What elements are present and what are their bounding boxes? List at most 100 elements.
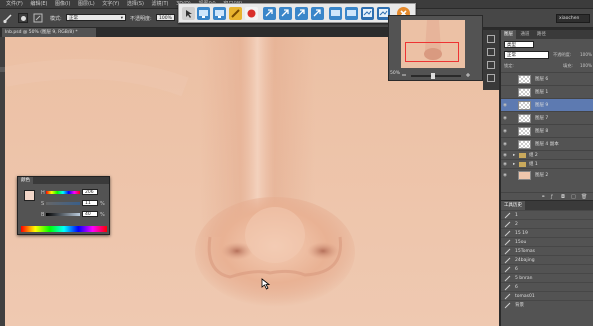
arrow-icon[interactable] [311,7,324,20]
opacity-field[interactable]: 100% [156,14,175,21]
history-item[interactable]: 6 [501,282,593,291]
history-item[interactable]: 15Tomas [501,246,593,255]
mask-icon[interactable]: ◘ [561,194,565,200]
navigator-preview[interactable] [401,20,465,68]
monitor-icon[interactable] [329,7,342,20]
zoom-out-icon[interactable] [401,72,407,78]
arrow-icon[interactable] [279,7,292,20]
color-panel: 颜色 H 206 S 11 % B 40 % [17,176,110,235]
monitor-icon[interactable] [345,7,358,20]
brightness-slider[interactable] [46,213,80,216]
menu-edit[interactable]: 编辑(E) [30,0,47,9]
layer-list: 图层 6 图层 1 ◉ 图层 9 ◉ 图层 7 ◉ 图层 8 ◉ 图层 4 副本 ◉ ▸ 组… [501,72,593,192]
layer-thumbnail [518,101,531,110]
history-item[interactable]: 5 bnran [501,273,593,282]
layers-panel-tabs: 图层 通道 路径 [501,30,593,39]
brush-tool-icon[interactable] [2,12,14,24]
screen-icon[interactable] [361,7,374,20]
tab-channels[interactable]: 通道 [517,32,532,37]
saturation-value: 11 [85,201,91,206]
brush-icon [504,221,511,228]
pencil-icon[interactable] [229,7,242,20]
link-icon[interactable]: ⚭ [541,194,545,200]
layer-row[interactable]: 图层 1 [501,85,593,98]
brightness-field[interactable]: 40 [82,211,98,217]
cursor-icon [261,278,273,290]
hue-field[interactable]: 206 [82,189,98,195]
properties-panel-icon[interactable] [487,61,495,69]
paragraph-panel-icon[interactable] [487,74,495,82]
layer-row[interactable]: ◉ 图层 8 [501,124,593,137]
menu-type[interactable]: 文字(Y) [102,0,119,9]
document-tab[interactable]: lnb.psd @ 50% (图层 9, RGB/8) * [2,28,96,37]
layer-thumbnail [518,75,531,84]
group-row[interactable]: ◉ ▸ 组 1 [501,159,593,168]
color-panel-title[interactable]: 颜色 [18,177,33,184]
select-icon[interactable] [182,7,195,20]
history-panel-header: 工具历史 [501,201,593,210]
record-icon[interactable] [245,7,258,20]
eye-icon[interactable]: ◉ [503,169,509,182]
folder-icon [519,162,526,167]
history-item[interactable]: 6 [501,264,593,273]
hue-slider[interactable] [46,191,80,194]
arrow-icon[interactable] [295,7,308,20]
menu-select[interactable]: 选择(S) [127,0,144,9]
fill-value[interactable]: 100% [580,63,592,68]
navigator-panel: 50% [388,15,483,81]
brush-icon [504,293,511,300]
opacity-value: 100% [159,16,172,21]
arrow-icon[interactable] [263,7,276,20]
layer-row[interactable]: ◉ 图层 9 [501,98,593,111]
saturation-slider[interactable] [46,202,80,205]
workspace-switcher[interactable]: xiaochen [556,14,590,23]
trash-icon[interactable]: 🗑 [581,194,587,200]
menu-image[interactable]: 图像(I) [55,0,70,9]
history-panel-title[interactable]: 工具历史 [501,201,525,210]
layer-filter-select[interactable]: 类型 [504,41,534,48]
layers-panel: 图层 通道 路径 类型 正常 不透明度: 100% 锁定: 填充: 100% 图… [500,30,593,200]
navigator-zoom[interactable]: 50% [390,71,400,76]
saturation-field[interactable]: 11 [82,200,98,206]
layer-row[interactable]: ◉ 图层 4 副本 [501,137,593,150]
saturation-unit: % [100,201,105,207]
zoom-slider-handle[interactable] [431,73,435,79]
monitor-icon[interactable] [213,7,226,20]
tab-layers[interactable]: 图层 [501,30,516,39]
brush-panel-toggle-icon[interactable] [33,13,43,23]
history-item[interactable]: 24bajing [501,255,593,264]
workspace-name: xiaochen [559,16,580,21]
history-panel-icon[interactable] [487,35,495,43]
document-tab-title: lnb.psd @ 50% (图层 9, RGB/8) * [5,30,78,35]
mode-select[interactable]: 正常 ▾ [66,14,126,21]
group-row[interactable]: ◉ ▸ 组 2 [501,150,593,159]
navigator-view-box[interactable] [405,42,459,62]
tab-paths[interactable]: 路径 [534,32,549,37]
history-item[interactable]: tomas01 [501,291,593,300]
history-item[interactable]: 15ou [501,237,593,246]
history-item[interactable]: 15 19 [501,228,593,237]
brush-preset-picker[interactable] [18,13,28,23]
foreground-swatch[interactable] [24,190,35,201]
opacity-label: 不透明度: [130,16,152,22]
zoom-slider[interactable] [411,73,461,79]
actions-panel-icon[interactable] [487,48,495,56]
new-layer-icon[interactable]: □ [571,194,576,200]
blend-mode-select[interactable]: 正常 [504,51,549,59]
history-item[interactable]: 1 [501,210,593,219]
layer-row[interactable]: 图层 6 [501,72,593,85]
menu-file[interactable]: 文件(F) [6,0,23,9]
layer-opacity-value[interactable]: 100% [580,52,592,57]
menu-filter[interactable]: 滤镜(T) [152,0,169,9]
menu-layer[interactable]: 图层(L) [78,0,95,9]
zoom-in-icon[interactable] [465,72,471,78]
monitor-icon[interactable] [197,7,210,20]
layer-row[interactable]: ◉ 图层 2 [501,168,593,181]
history-item[interactable]: 2 [501,219,593,228]
color-ramp[interactable] [21,226,107,232]
layer-row[interactable]: ◉ 图层 7 [501,111,593,124]
tool-history-panel: 工具历史 1 2 15 19 15ou 15Tomas 24bajing 6 5… [500,201,593,326]
layer-thumbnail [518,140,531,149]
fx-icon[interactable]: ƒ [551,194,553,200]
history-item[interactable]: 背景 [501,300,593,309]
